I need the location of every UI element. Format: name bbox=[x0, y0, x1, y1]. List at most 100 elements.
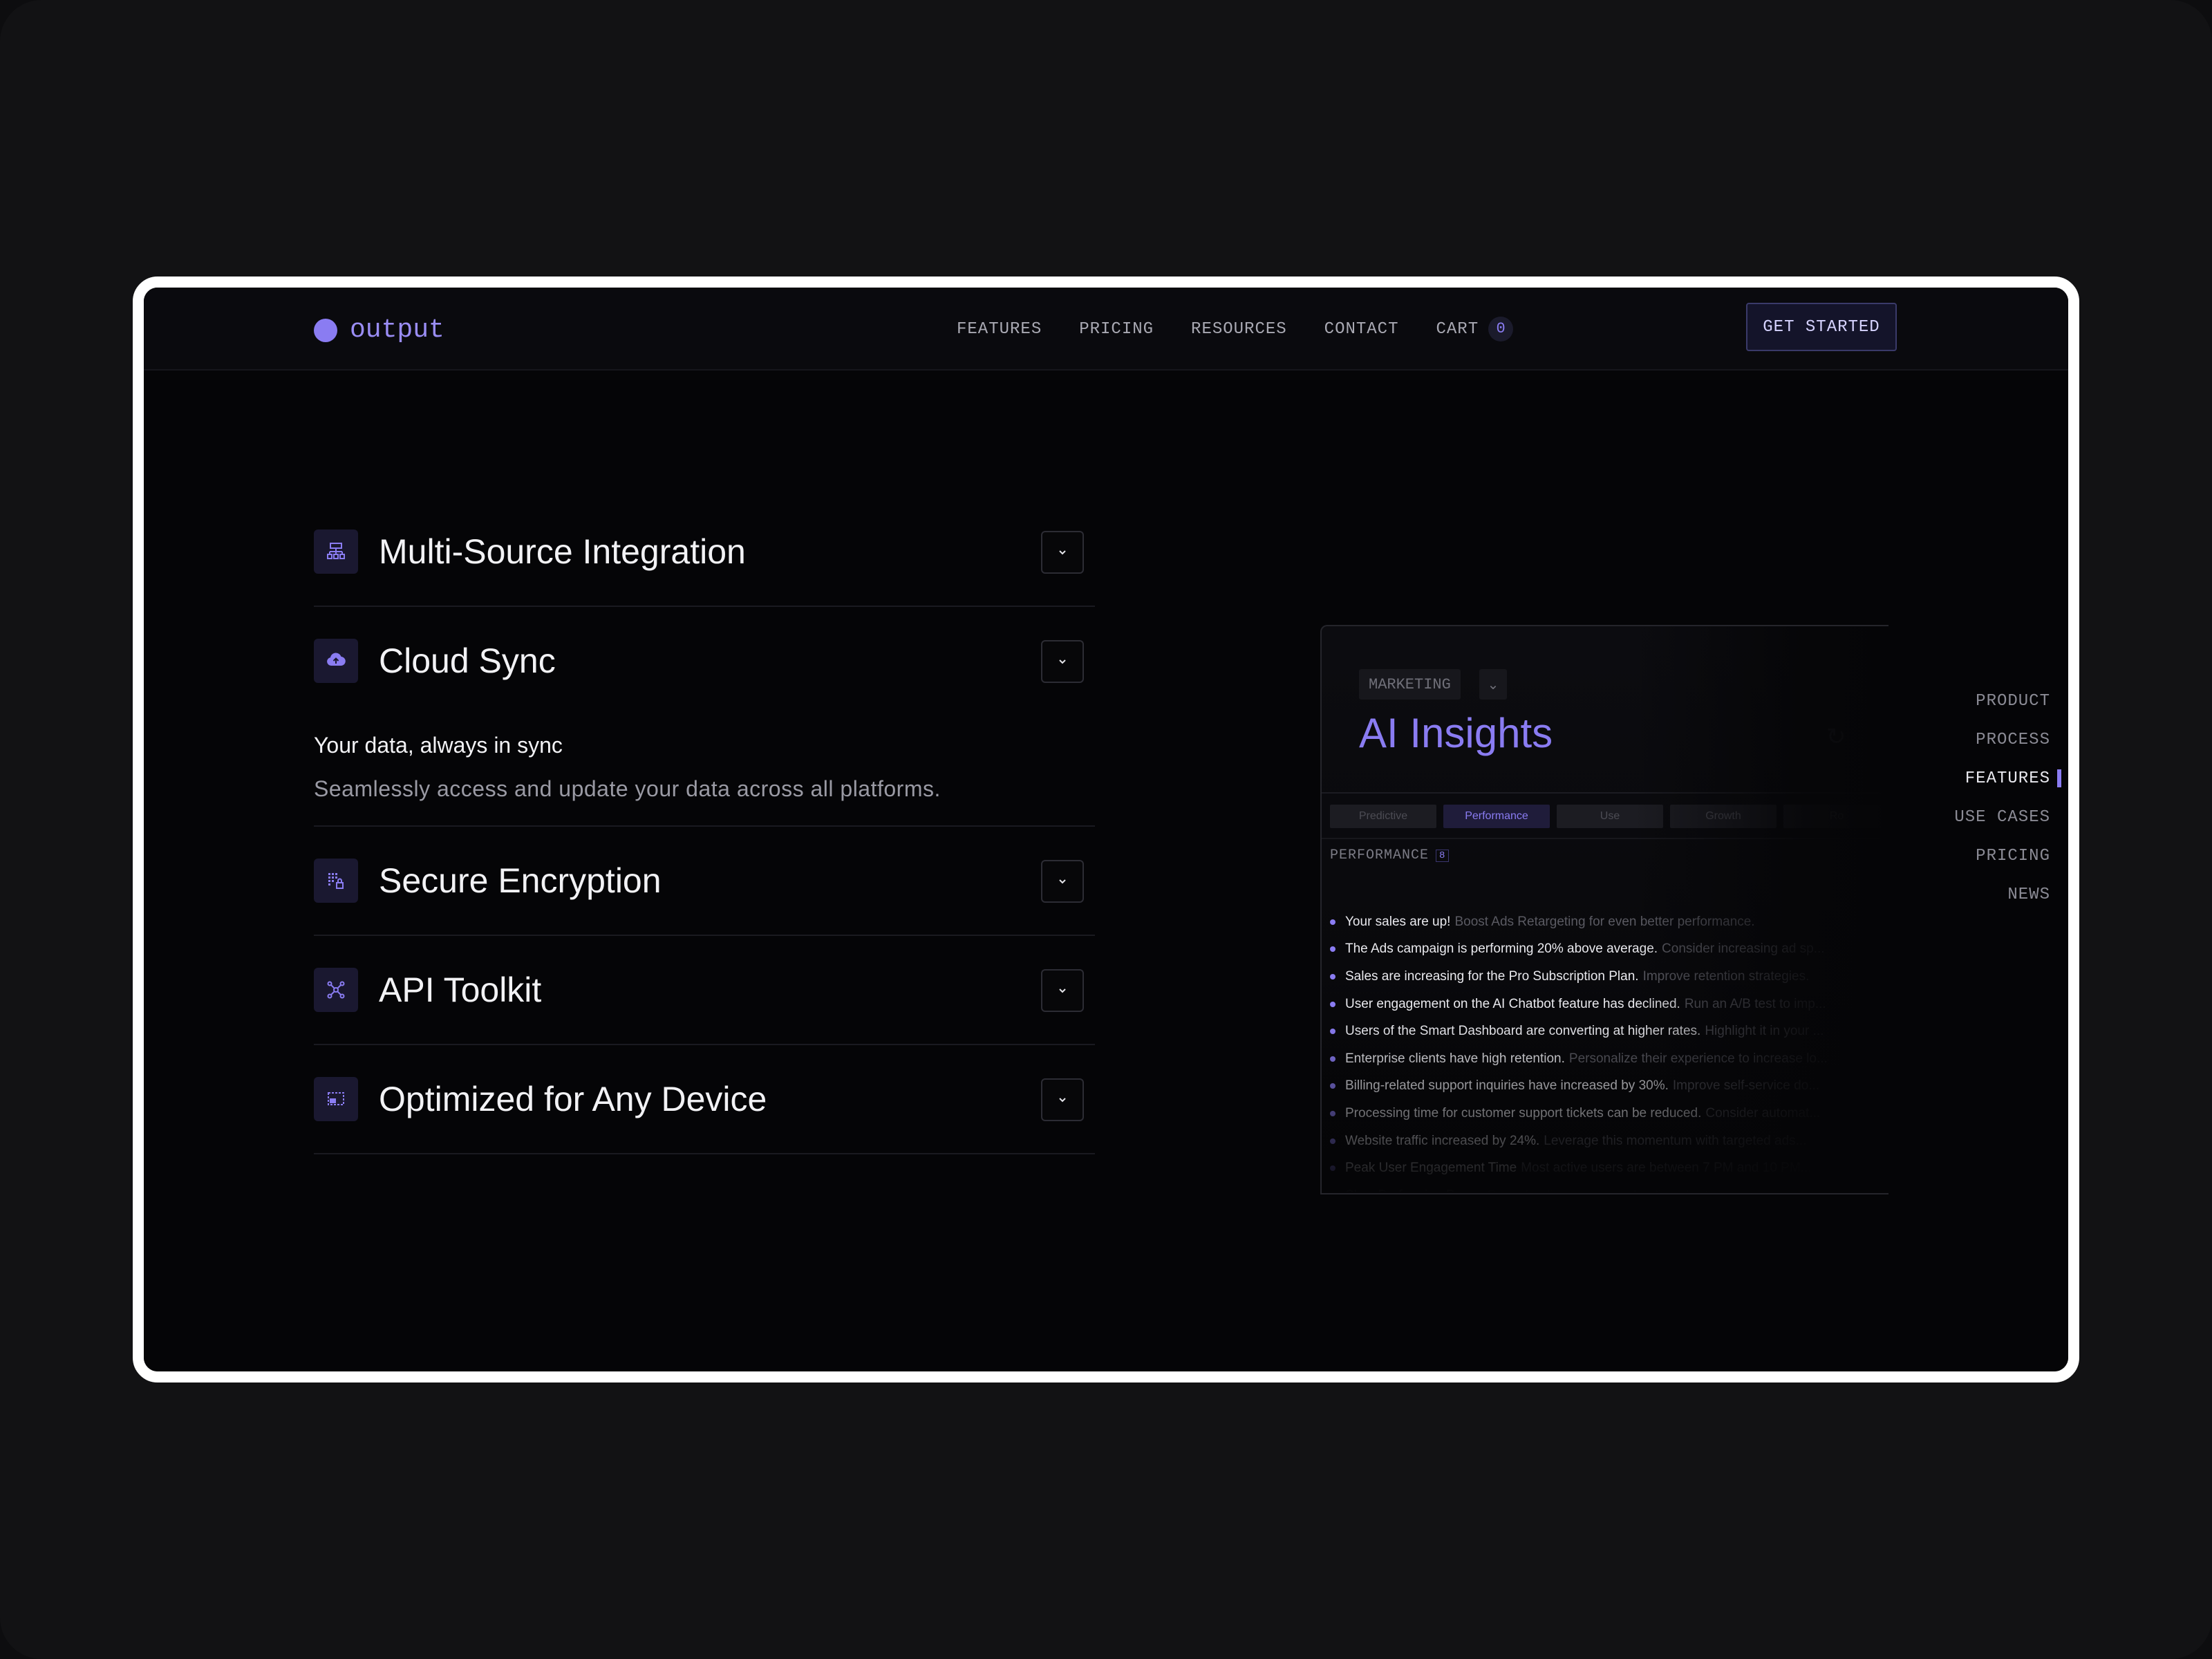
bullet-icon bbox=[1330, 1110, 1335, 1116]
side-nav-product[interactable]: PRODUCT bbox=[1954, 682, 2061, 720]
chevron-down-icon[interactable] bbox=[1041, 640, 1084, 683]
list-item: Processing time for customer support tic… bbox=[1330, 1100, 1888, 1127]
page: output FEATURES PRICING RESOURCES CONTAC… bbox=[144, 288, 2068, 1371]
accordion-header-any-device[interactable]: Optimized for Any Device bbox=[314, 1045, 1095, 1153]
insight-headline: Users of the Smart Dashboard are convert… bbox=[1345, 1024, 1701, 1039]
side-nav-label: PRICING bbox=[1976, 846, 2050, 865]
sitemap-icon bbox=[314, 529, 358, 574]
bullet-icon bbox=[1330, 946, 1335, 953]
cart-label: CART bbox=[1436, 319, 1479, 339]
tab-predictive[interactable]: Predictive bbox=[1330, 805, 1436, 828]
accordion-item: Secure Encryption bbox=[314, 827, 1095, 936]
accordion-title: Multi-Source Integration bbox=[379, 532, 746, 571]
insight-suggestion: Most active users are between 7 PM and 1… bbox=[1521, 1161, 1812, 1176]
panel-tabs: Predictive Performance Use Growth Ro bbox=[1330, 805, 1888, 828]
list-item: Slow-Performing Pages Some landing pages … bbox=[1330, 1182, 1888, 1193]
insight-suggestion: Improve retention strategies. bbox=[1642, 968, 1810, 984]
accordion-header-api-toolkit[interactable]: API Toolkit bbox=[314, 936, 1095, 1044]
section-side-nav: PRODUCT PROCESS FEATURES USE CASES PRICI… bbox=[1954, 682, 2061, 914]
cart-link[interactable]: CART 0 bbox=[1436, 317, 1514, 341]
list-item: Users of the Smart Dashboard are convert… bbox=[1330, 1018, 1888, 1045]
accordion-description: Seamlessly access and update your data a… bbox=[314, 776, 941, 801]
insight-headline: Slow-Performing Pages bbox=[1345, 1188, 1483, 1193]
side-nav-features[interactable]: FEATURES bbox=[1954, 759, 2061, 798]
active-marker bbox=[2057, 769, 2061, 787]
accordion-panel-cloud-sync: Your data, always in sync Seamlessly acc… bbox=[314, 715, 1095, 825]
ai-insights-panel: MARKETING ⌄ AI Insights ↻ Predictive Per… bbox=[1320, 625, 1888, 1194]
insight-suggestion: Boost Ads Retargeting for even better pe… bbox=[1454, 914, 1755, 929]
insight-suggestion: Consider automat... bbox=[1705, 1105, 1821, 1121]
bullet-icon bbox=[1330, 1138, 1335, 1144]
device-background: output FEATURES PRICING RESOURCES CONTAC… bbox=[0, 0, 2212, 1659]
tab-performance[interactable]: Performance bbox=[1443, 805, 1550, 828]
bullet-icon bbox=[1330, 1029, 1335, 1035]
list-item: User engagement on the AI Chatbot featur… bbox=[1330, 991, 1888, 1018]
accordion-title: Optimized for Any Device bbox=[379, 1080, 767, 1118]
tab-growth[interactable]: Growth bbox=[1670, 805, 1777, 828]
insight-headline: Sales are increasing for the Pro Subscri… bbox=[1345, 968, 1639, 984]
chevron-down-icon[interactable]: ⌄ bbox=[1479, 669, 1507, 700]
cloud-upload-icon bbox=[314, 639, 358, 683]
insight-headline: Enterprise clients have high retention. bbox=[1345, 1051, 1565, 1066]
accordion-header-secure-encryption[interactable]: Secure Encryption bbox=[314, 827, 1095, 935]
chevron-down-icon[interactable] bbox=[1041, 860, 1084, 903]
side-nav-pricing[interactable]: PRICING bbox=[1954, 836, 2061, 875]
accordion-item: Cloud Sync Your data, always in sync Sea… bbox=[314, 607, 1095, 827]
panel-title: AI Insights bbox=[1359, 710, 1553, 756]
accordion-title: Secure Encryption bbox=[379, 861, 662, 900]
bullet-icon bbox=[1330, 1083, 1335, 1089]
tab-use[interactable]: Use bbox=[1557, 805, 1663, 828]
side-nav-news[interactable]: NEWS bbox=[1954, 875, 2061, 914]
accordion-item: API Toolkit bbox=[314, 936, 1095, 1045]
browser-frame: output FEATURES PRICING RESOURCES CONTAC… bbox=[133, 276, 2079, 1382]
section-title: PERFORMANCE bbox=[1330, 847, 1430, 863]
tab-more[interactable]: Ro bbox=[1783, 805, 1888, 828]
list-item: Enterprise clients have high retention. P… bbox=[1330, 1045, 1888, 1073]
logo[interactable]: output bbox=[314, 315, 444, 345]
insight-suggestion: Personalize their experience to increase… bbox=[1568, 1051, 1828, 1066]
section-label: PERFORMANCE 8 bbox=[1330, 847, 1450, 863]
nav-link-features[interactable]: FEATURES bbox=[957, 320, 1042, 339]
cart-count-badge: 0 bbox=[1488, 317, 1514, 341]
side-nav-label: PRODUCT bbox=[1976, 691, 2050, 711]
nav-link-contact[interactable]: CONTACT bbox=[1324, 320, 1399, 339]
accordion-item: Multi-Source Integration bbox=[314, 498, 1095, 607]
side-nav-process[interactable]: PROCESS bbox=[1954, 720, 2061, 759]
chevron-down-icon[interactable] bbox=[1041, 969, 1084, 1012]
bullet-icon bbox=[1330, 1056, 1335, 1062]
insight-headline: Your sales are up! bbox=[1345, 914, 1451, 929]
bullet-icon bbox=[1330, 1001, 1335, 1007]
chevron-down-icon[interactable] bbox=[1041, 531, 1084, 574]
insight-suggestion: Leverage this momentum with targeted ads… bbox=[1544, 1133, 1807, 1148]
logo-dot-icon bbox=[314, 318, 337, 342]
insight-headline: Website traffic increased by 24%. bbox=[1345, 1133, 1540, 1148]
insight-suggestion: Consider increasing ad sp... bbox=[1662, 941, 1825, 957]
category-chip[interactable]: MARKETING bbox=[1359, 669, 1461, 700]
side-nav-use-cases[interactable]: USE CASES bbox=[1954, 798, 2061, 836]
accordion-item: Optimized for Any Device bbox=[314, 1045, 1095, 1154]
grid-lock-icon bbox=[314, 859, 358, 903]
insights-list: Your sales are up! Boost Ads Retargeting … bbox=[1330, 908, 1888, 1193]
bullet-icon bbox=[1330, 973, 1335, 980]
nav-link-resources[interactable]: RESOURCES bbox=[1191, 320, 1287, 339]
section-count-badge: 8 bbox=[1436, 849, 1450, 862]
get-started-button[interactable]: GET STARTED bbox=[1746, 303, 1897, 351]
insight-suggestion: Some landing pages are loading slowly... bbox=[1488, 1188, 1725, 1193]
side-nav-label: FEATURES bbox=[1965, 769, 2050, 788]
refresh-icon[interactable]: ↻ bbox=[1826, 723, 1846, 751]
top-nav: output FEATURES PRICING RESOURCES CONTAC… bbox=[144, 288, 2068, 371]
accordion-header-multi-source[interactable]: Multi-Source Integration bbox=[314, 498, 1095, 606]
nav-links: FEATURES PRICING RESOURCES CONTACT CART … bbox=[957, 317, 1514, 341]
list-item: The Ads campaign is performing 20% above… bbox=[1330, 936, 1888, 964]
bullet-icon bbox=[1330, 919, 1335, 925]
logo-text: output bbox=[350, 315, 444, 345]
accordion-title: Cloud Sync bbox=[379, 641, 556, 680]
divider bbox=[1322, 792, 1888, 794]
insight-headline: The Ads campaign is performing 20% above… bbox=[1345, 941, 1658, 957]
device-frame-icon bbox=[314, 1077, 358, 1121]
accordion-header-cloud-sync[interactable]: Cloud Sync bbox=[314, 607, 1095, 715]
nav-link-pricing[interactable]: PRICING bbox=[1079, 320, 1154, 339]
bullet-icon bbox=[1330, 1165, 1335, 1172]
chevron-down-icon[interactable] bbox=[1041, 1078, 1084, 1121]
list-item: Sales are increasing for the Pro Subscri… bbox=[1330, 963, 1888, 991]
